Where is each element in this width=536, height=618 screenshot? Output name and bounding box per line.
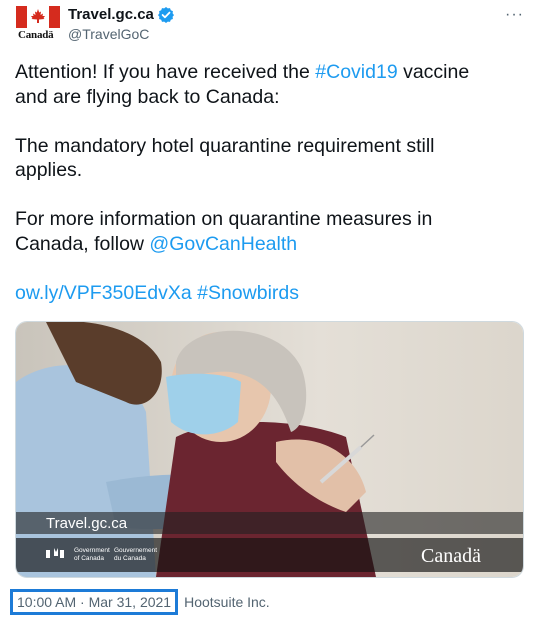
tweet-text-line: The mandatory hotel quarantine requireme… [15, 134, 435, 157]
gov-en-line1: Government [74, 547, 110, 554]
tweet-text-segment: Attention! If you have received the [15, 61, 316, 83]
author-name[interactable]: Travel.gc.ca [68, 6, 154, 23]
author-name-row[interactable]: Travel.gc.ca [68, 6, 174, 23]
canada-wordmark: Canadä [18, 29, 54, 41]
gov-en-line2: of Canada [74, 555, 104, 562]
tweet-text-segment: Canada, follow [15, 232, 150, 255]
tweet-media-image[interactable]: Travel.gc.ca Government of Canada Gouver… [15, 321, 524, 578]
author-handle[interactable]: @TravelGoC [68, 26, 149, 42]
gov-fr-line2: du Canada [114, 555, 146, 562]
hashtag-snowbirds-link[interactable]: #Snowbirds [197, 282, 299, 304]
media-banner-text: Travel.gc.ca [46, 515, 128, 532]
verified-badge-icon [157, 6, 174, 23]
canada-flag-icon [16, 6, 60, 28]
gov-fr-line1: Gouvernement [114, 547, 157, 554]
tweet-text-line: For more information on quarantine measu… [15, 208, 433, 230]
source-label: Hootsuite Inc. [184, 594, 270, 610]
more-options-icon[interactable]: ··· [505, 6, 524, 24]
tweet-footer: 10:00 AM · Mar 31, 2021 Hootsuite Inc. [10, 589, 270, 615]
media-canada-wordmark: Canadä [421, 545, 481, 567]
vaccination-photo: Travel.gc.ca Government of Canada Gouver… [16, 322, 523, 577]
tweet-text-segment: vaccine [397, 61, 470, 83]
hashtag-covid19-link[interactable]: #Covid19 [315, 61, 397, 83]
mention-govcanhealth-link[interactable]: @GovCanHealth [149, 233, 297, 255]
avatar[interactable]: Canadä [16, 6, 60, 44]
tweet-text: Attention! If you have received the #Cov… [15, 60, 520, 305]
tweet-text-line: and are flying back to Canada: [15, 85, 280, 108]
timestamp-link[interactable]: 10:00 AM · Mar 31, 2021 [10, 589, 179, 615]
tweet-text-line: applies. [15, 159, 83, 181]
short-url-link[interactable]: ow.ly/VPF350EdvXa [15, 282, 192, 304]
